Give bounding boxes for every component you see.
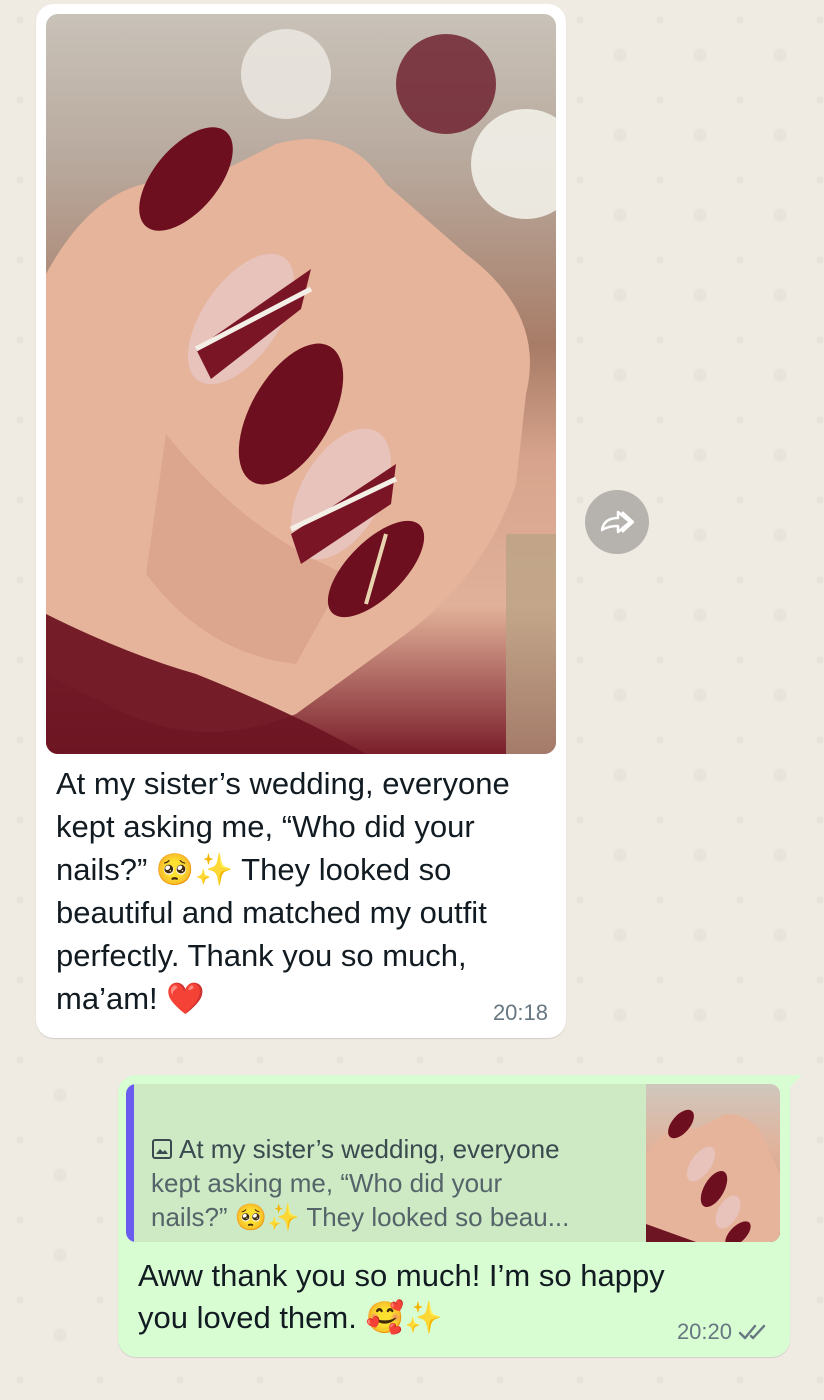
quote-line-1: At my sister’s wedding, everyone xyxy=(151,1132,621,1166)
forward-button[interactable] xyxy=(585,490,649,554)
quoted-message-text: At my sister’s wedding, everyone kept as… xyxy=(151,1132,621,1234)
incoming-message-bubble[interactable]: At my sister’s wedding, everyone kept as… xyxy=(36,4,566,1038)
quoted-message[interactable]: At my sister’s wedding, everyone kept as… xyxy=(126,1084,780,1242)
double-check-icon xyxy=(738,1324,766,1340)
photo-nails-illustration xyxy=(46,29,556,754)
quoted-photo-thumbnail xyxy=(646,1084,780,1242)
incoming-message-time: 20:18 xyxy=(492,1000,548,1025)
outgoing-message-bubble[interactable]: At my sister’s wedding, everyone kept as… xyxy=(118,1075,802,1357)
quote-line-3: nails?” 🥺✨ They looked so beau... xyxy=(151,1202,570,1232)
incoming-message-text: At my sister’s wedding, everyone kept as… xyxy=(56,766,510,1016)
quote-line-1-text: At my sister’s wedding, everyone xyxy=(179,1134,560,1164)
outgoing-message-text: Aww thank you so much! I’m so happy you … xyxy=(138,1258,665,1335)
outgoing-message-meta: 20:20 xyxy=(677,1319,770,1345)
image-icon xyxy=(152,1139,172,1159)
message-photo[interactable] xyxy=(46,14,556,754)
outgoing-message-time: 20:20 xyxy=(676,1319,732,1344)
forward-icon xyxy=(600,510,634,534)
quote-line-2: kept asking me, “Who did your xyxy=(151,1168,503,1198)
quote-accent-bar xyxy=(126,1084,134,1242)
